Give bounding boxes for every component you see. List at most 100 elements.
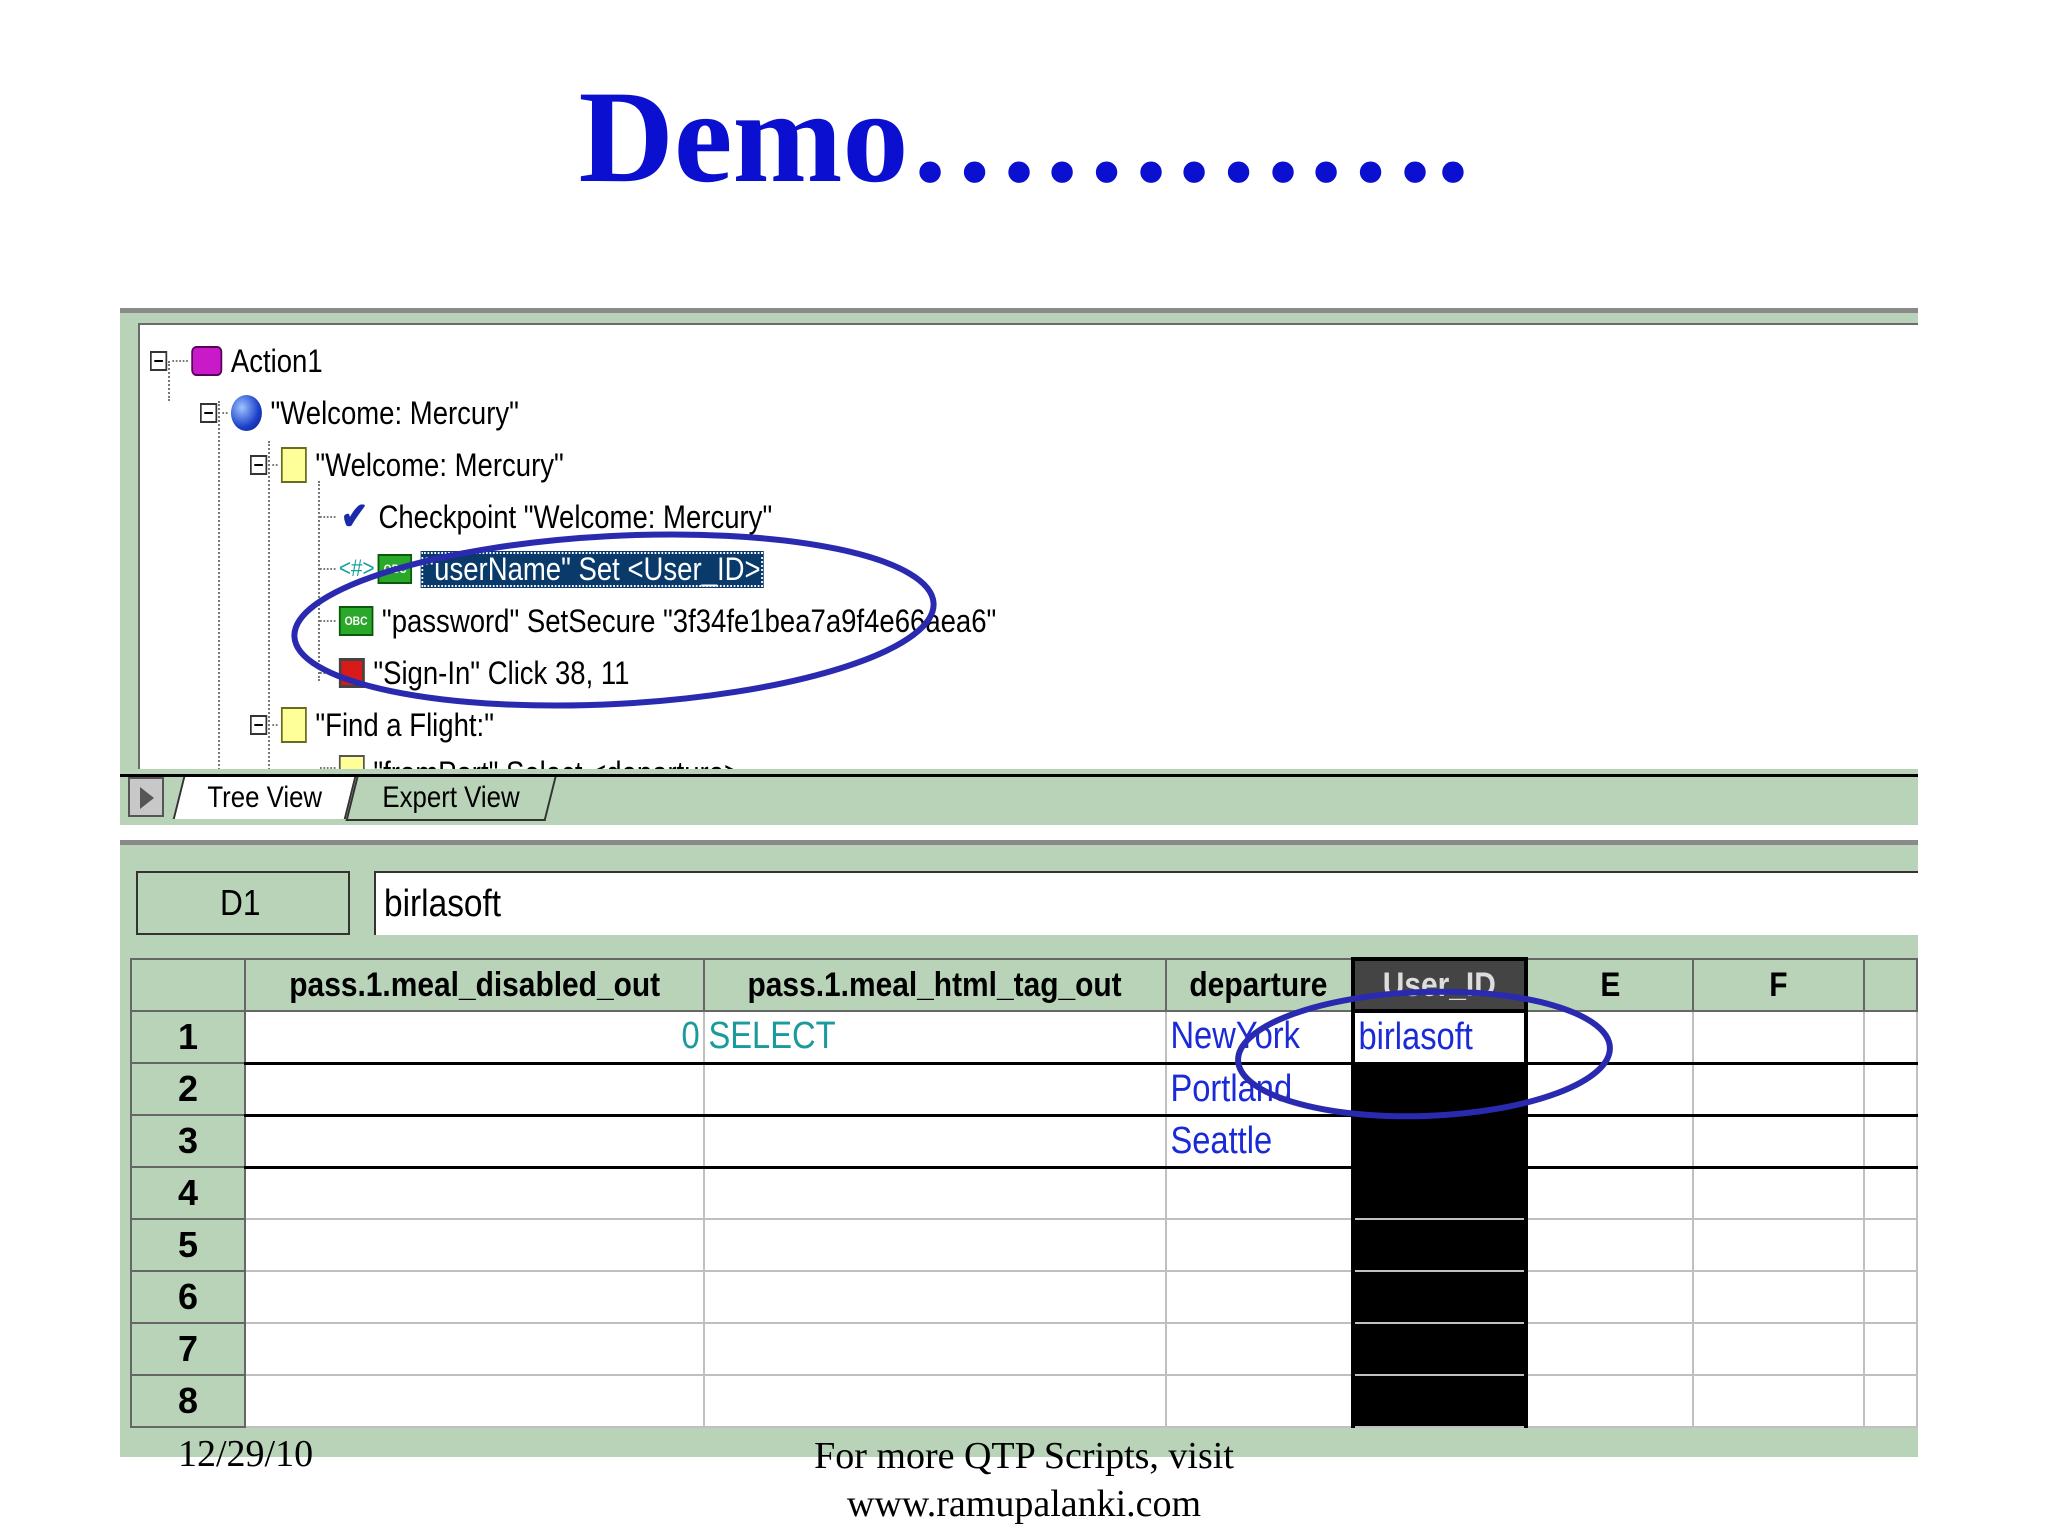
table-cell[interactable]	[1863, 1218, 1918, 1272]
tree-node-page-welcome[interactable]: "Welcome: Mercury"	[250, 443, 564, 487]
table-cell[interactable]	[703, 1218, 1167, 1272]
row-header[interactable]: 7	[129, 1322, 247, 1376]
table-cell[interactable]	[244, 1114, 706, 1169]
table-cell[interactable]: NewYork	[1164, 1010, 1354, 1065]
table-cell[interactable]: Seattle	[1164, 1114, 1354, 1169]
table-cell-selected[interactable]	[1350, 1270, 1529, 1324]
row-header[interactable]: 3	[129, 1114, 247, 1168]
table-cell[interactable]	[1863, 1322, 1918, 1376]
edit-field-icon: OBC	[338, 606, 374, 636]
table-cell[interactable]	[1164, 1166, 1354, 1220]
row-header[interactable]: 8	[129, 1374, 247, 1428]
table-cell[interactable]	[244, 1374, 706, 1428]
table-cell[interactable]	[244, 1218, 706, 1272]
column-header[interactable]	[1863, 958, 1918, 1012]
table-cell[interactable]	[703, 1374, 1167, 1428]
column-header[interactable]: pass.1.meal_disabled_out	[244, 958, 706, 1012]
column-header-selected[interactable]: User_ID	[1350, 957, 1529, 1013]
tree-node-page-find-flight[interactable]: "Find a Flight:"	[250, 703, 494, 747]
image-button-icon	[338, 658, 365, 688]
table-cell[interactable]: 0	[244, 1010, 706, 1065]
collapse-icon[interactable]	[250, 455, 268, 475]
corner-cell[interactable]	[129, 958, 247, 1012]
footer-line-1: For more QTP Scripts, visit	[814, 1435, 1234, 1477]
table-cell[interactable]	[703, 1166, 1167, 1220]
table-row: 7	[129, 1322, 1918, 1376]
table-cell-selected[interactable]	[1350, 1322, 1529, 1376]
table-cell[interactable]	[1525, 1270, 1695, 1324]
table-cell[interactable]	[1525, 1218, 1695, 1272]
table-cell-selected[interactable]	[1350, 1374, 1529, 1428]
table-cell-selected[interactable]	[1350, 1218, 1529, 1272]
table-cell-selected[interactable]	[1350, 1062, 1529, 1117]
table-cell[interactable]	[1863, 1270, 1918, 1324]
table-cell[interactable]	[703, 1270, 1167, 1324]
table-cell[interactable]	[244, 1270, 706, 1324]
table-cell[interactable]	[1692, 1062, 1866, 1117]
table-cell[interactable]	[1525, 1166, 1695, 1220]
table-cell[interactable]	[244, 1062, 706, 1117]
table-cell[interactable]	[1692, 1114, 1866, 1169]
tree-node-action1[interactable]: Action1	[150, 339, 323, 383]
table-cell[interactable]	[244, 1166, 706, 1220]
table-cell[interactable]	[1164, 1322, 1354, 1376]
table-cell[interactable]	[703, 1114, 1167, 1169]
table-cell[interactable]	[244, 1322, 706, 1376]
table-cell[interactable]	[1863, 1062, 1918, 1117]
row-header[interactable]: 1	[129, 1010, 247, 1064]
tree-node-fromport[interactable]: "fromPort" Select <departure>	[320, 755, 740, 769]
table-cell[interactable]	[1692, 1322, 1866, 1376]
tab-scroll-arrow-icon[interactable]	[128, 777, 164, 817]
table-cell[interactable]	[1525, 1114, 1695, 1169]
active-cell[interactable]: birlasoft	[1350, 1009, 1529, 1065]
cell-value-input[interactable]: birlasoft	[374, 871, 1918, 935]
tree-node-username[interactable]: <#> OBC "userName" Set <User_ID>	[320, 547, 764, 591]
table-row: 2 Portland	[129, 1062, 1918, 1117]
table-cell[interactable]	[1863, 1010, 1918, 1065]
column-header[interactable]: E	[1525, 958, 1695, 1012]
keyword-tree[interactable]: Action1 "Welcome: Mercury" "Welcome: Mer…	[138, 323, 1918, 769]
table-cell[interactable]	[1525, 1374, 1695, 1428]
collapse-icon[interactable]	[150, 351, 168, 371]
tab-expert-view[interactable]: Expert View	[345, 777, 557, 821]
footer-link[interactable]: www.ramupalanki.com	[0, 1480, 2048, 1528]
table-cell[interactable]	[1692, 1218, 1866, 1272]
column-header[interactable]: departure	[1164, 958, 1354, 1012]
table-cell[interactable]	[1692, 1010, 1866, 1065]
parameter-icon: <#>	[338, 555, 375, 582]
table-cell[interactable]	[703, 1322, 1167, 1376]
collapse-icon[interactable]	[250, 715, 268, 735]
table-cell[interactable]	[1525, 1062, 1695, 1117]
column-header[interactable]: F	[1692, 958, 1866, 1012]
row-header[interactable]: 5	[129, 1218, 247, 1272]
tree-node-checkpoint[interactable]: ✔ Checkpoint "Welcome: Mercury"	[320, 495, 772, 539]
table-cell[interactable]	[1692, 1374, 1866, 1428]
column-header[interactable]: pass.1.meal_html_tag_out	[703, 958, 1167, 1012]
tree-node-signin[interactable]: "Sign-In" Click 38, 11	[320, 651, 629, 695]
table-cell[interactable]	[703, 1062, 1167, 1117]
table-cell[interactable]	[1525, 1322, 1695, 1376]
table-cell[interactable]	[1164, 1218, 1354, 1272]
collapse-icon[interactable]	[200, 403, 218, 423]
table-cell[interactable]	[1863, 1114, 1918, 1169]
table-cell[interactable]: SELECT	[703, 1010, 1167, 1065]
table-cell[interactable]	[1164, 1374, 1354, 1428]
table-cell-selected[interactable]	[1350, 1166, 1529, 1220]
table-cell[interactable]	[1863, 1374, 1918, 1428]
table-cell-selected[interactable]	[1350, 1114, 1529, 1169]
table-cell[interactable]	[1863, 1166, 1918, 1220]
row-header[interactable]: 2	[129, 1062, 247, 1116]
table-cell[interactable]	[1692, 1166, 1866, 1220]
tree-node-browser[interactable]: "Welcome: Mercury"	[200, 391, 519, 435]
table-cell[interactable]	[1692, 1270, 1866, 1324]
tab-tree-view[interactable]: Tree View	[172, 777, 357, 819]
page-icon	[280, 447, 307, 483]
cell-reference-box[interactable]: D1	[136, 871, 350, 935]
table-cell[interactable]: Portland	[1164, 1062, 1354, 1117]
row-header[interactable]: 4	[129, 1166, 247, 1220]
table-cell[interactable]	[1525, 1010, 1695, 1065]
table-row: 4	[129, 1166, 1918, 1220]
row-header[interactable]: 6	[129, 1270, 247, 1324]
table-cell[interactable]	[1164, 1270, 1354, 1324]
tree-node-password[interactable]: OBC "password" SetSecure "3f34fe1bea7a9f…	[320, 599, 996, 643]
